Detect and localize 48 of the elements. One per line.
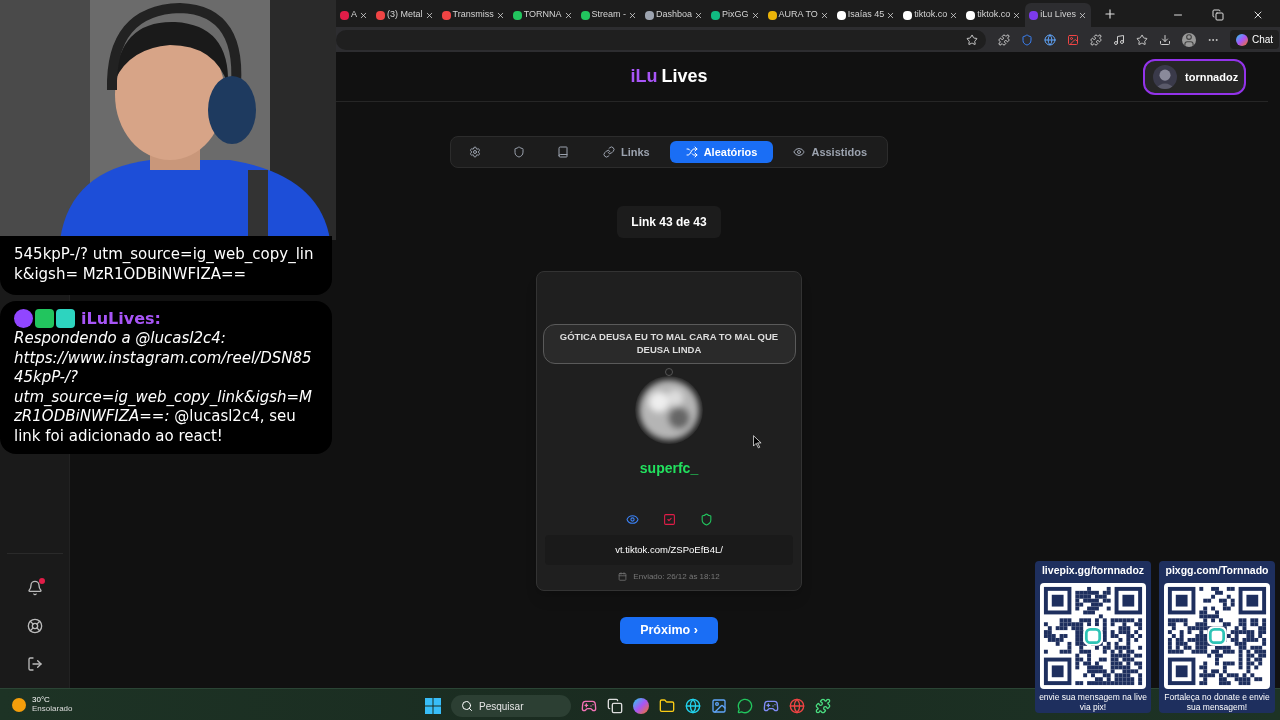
link-counter: Link 43 de 43 [617, 206, 721, 238]
link-field[interactable]: vt.tiktok.com/ZSPoEfB4L/ [545, 534, 793, 565]
tab-title: Isaías 45 [847, 8, 885, 22]
donation-caption: envie sua mensagem na live via pix! [1038, 692, 1148, 713]
browser-tab[interactable]: A [336, 3, 372, 27]
browser-tab[interactable]: Dashboa [641, 3, 708, 27]
browser-tab[interactable]: iLu Lives [1025, 3, 1091, 27]
donation-caption: Fortaleça no donate e envie sua mensagem! [1163, 692, 1271, 713]
tab-title: (3) Metal [387, 8, 423, 22]
browser-tab[interactable]: tiktok.co [962, 3, 1026, 27]
tab-title: A [351, 8, 357, 22]
tab-title: tiktok.co [977, 8, 1011, 22]
nav-tab[interactable]: Links [586, 141, 666, 163]
chat-button[interactable]: Chat [1230, 30, 1280, 49]
donation-url: livepix.gg/tornnadoz [1041, 563, 1145, 578]
browser-tab[interactable]: Transmiss [437, 3, 509, 27]
browser-tab[interactable]: PixGG [707, 3, 764, 27]
next-button[interactable]: Próximo › [620, 617, 718, 644]
tab-title: Dashboa [656, 8, 693, 22]
tab-title: AURA TO [778, 8, 818, 22]
browser-tab[interactable]: Isaías 45 [832, 3, 900, 27]
tab-title: tiktok.co [914, 8, 948, 22]
browser-tab[interactable]: AURA TO [763, 3, 833, 27]
weather-condition: Ensolarado [32, 704, 73, 714]
chat-text: Respondendo a @lucasl2c4: https://www.instagram.com/reel/DSN8545kpP-/?utm_source=ig_web_copy_link&igsh=MzR1ODBiNWFIZA==: @lucasl2c4, seu link foi adicionado ao react! [14, 329, 313, 447]
browser-tab[interactable]: TORNNA [508, 3, 577, 27]
browser-tab[interactable]: tiktok.co [899, 3, 963, 27]
sent-date: Enviado: 26/12 às 18:12 [633, 570, 720, 583]
temperature: 30°C [32, 695, 51, 705]
tab-title: PixGG [722, 8, 749, 22]
tab-title: Transmiss [452, 8, 494, 22]
tab-title: TORNNA [523, 8, 562, 22]
donation-url: pixgg.com/Tornnado [1165, 563, 1269, 578]
browser-tab[interactable]: (3) Metal [372, 3, 438, 27]
browser-tab[interactable]: Stream - [576, 3, 642, 27]
logo-accent: iLu [630, 65, 658, 88]
user-menu[interactable]: tornnadoz [1143, 59, 1246, 95]
chat-message: 545kpP-/? utm_source=ig_web_copy_link&igsh= MzR1ODBiNWFIZA== [0, 236, 332, 295]
nav-tab[interactable]: Assistidos [777, 141, 884, 163]
tab-title: iLu Lives [1040, 8, 1076, 22]
tiktok-username: superfc_ [639, 458, 699, 478]
tab-title: Stream - [591, 8, 627, 22]
logo-text: Lives [661, 65, 708, 88]
username: tornnadoz [1185, 69, 1239, 85]
nav-tab[interactable]: Aleatórios [669, 141, 774, 163]
caption-bubble: GÓTICA DEUSA EU TO MAL CARA TO MAL QUE DEUSA LINDA [542, 324, 796, 364]
search-field[interactable]: Pesquisar [451, 695, 571, 717]
chat-author: iLuLives: [81, 308, 161, 330]
